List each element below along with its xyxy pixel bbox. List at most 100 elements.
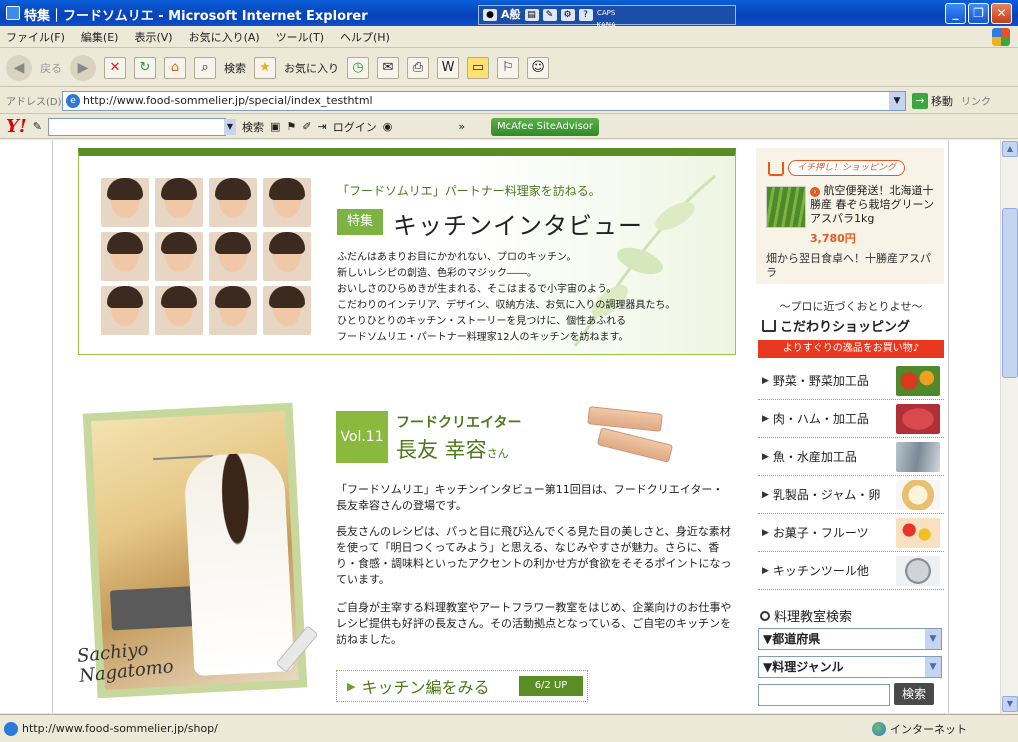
login-icon[interactable]: ⇥ (317, 120, 326, 133)
article-intro: 「フードソムリエ」キッチンインタビュー第11回目は、フードクリエイター・長友幸容… (336, 483, 724, 512)
address-url[interactable]: http://www.food-sommelier.jp/special/ind… (83, 94, 373, 107)
ime-dictionary-icon[interactable]: ▤ (524, 9, 539, 21)
prefecture-select[interactable]: ▼都道府県 ▼ (758, 628, 942, 650)
ime-mode-icon[interactable]: ● (483, 9, 497, 21)
history-icon[interactable]: ◷ (347, 56, 369, 79)
scroll-down-icon[interactable]: ▼ (1002, 696, 1018, 712)
ime-help-icon[interactable]: ? (578, 9, 593, 21)
asparagus-image[interactable] (766, 186, 806, 228)
chevron-down-icon[interactable]: ▼ (925, 657, 941, 677)
scrollbar-thumb[interactable] (1002, 208, 1018, 378)
favorites-button-label[interactable]: お気に入り (284, 60, 339, 76)
refresh-icon[interactable]: ↻ (134, 56, 156, 79)
vegetables-thumbnail[interactable] (896, 366, 940, 396)
class-search-button[interactable]: 検索 (894, 683, 934, 705)
folder-icon[interactable]: ▣ (270, 120, 280, 133)
menu-tools[interactable]: ツール(T) (276, 29, 324, 45)
chef-photo (155, 286, 203, 335)
scroll-up-icon[interactable]: ▲ (1002, 141, 1018, 157)
menu-favorites[interactable]: お気に入り(A) (189, 29, 260, 45)
chef-photo (263, 178, 311, 227)
note-icon[interactable]: ▭ (467, 56, 489, 79)
menu-bar: ファイル(F) 編集(E) 表示(V) お気に入り(A) ツール(T) ヘルプ(… (0, 26, 1018, 48)
shopping-category-vegetables[interactable]: ▶ 野菜・野菜加工品 (758, 362, 944, 400)
messenger-icon[interactable]: ☺ (527, 56, 549, 79)
ad-description[interactable]: 畑から翌日食卓へ！十勝産アスパラ (766, 252, 940, 280)
shopping-category-dairy[interactable]: ▶ 乳製品・ジャム・卵 (758, 476, 944, 514)
highlight-icon[interactable]: ✐ (302, 120, 311, 133)
feature-banner[interactable]: 「フードソムリエ」パートナー料理家を訪ねる。 特集 キッチンインタビュー ふだん… (78, 148, 736, 355)
menu-view[interactable]: 表示(V) (134, 29, 172, 45)
dairy-thumbnail[interactable] (896, 480, 940, 510)
yahoo-search-input[interactable] (47, 117, 226, 136)
article-paragraph: 長友さんのレシピは、パっと目に飛び込んでくる見た目の美しさと、身近な素材を使って… (336, 525, 732, 586)
genre-select[interactable]: ▼料理ジャンル ▼ (758, 656, 942, 678)
back-button-label[interactable]: 戻る (40, 60, 62, 76)
status-bar: http://www.food-sommelier.jp/shop/ インターネ… (0, 714, 1018, 742)
windows-logo-icon (992, 28, 1010, 46)
tools-thumbnail[interactable] (896, 556, 940, 586)
meat-thumbnail[interactable] (896, 404, 940, 434)
arrow-right-icon: ▶ (762, 489, 769, 500)
forward-arrow-icon[interactable]: ▶ (70, 54, 96, 81)
clothespin-decoration (587, 406, 663, 432)
minimize-button[interactable]: _ (945, 3, 966, 24)
favorites-star-icon[interactable]: ★ (254, 56, 276, 79)
shopping-banner[interactable]: よりすぐりの逸品をお買い物♪ (758, 340, 944, 358)
go-button[interactable]: → 移動 (912, 92, 953, 109)
login-link[interactable]: ログイン (333, 119, 377, 135)
chef-photo (209, 232, 257, 281)
vertical-scrollbar[interactable]: ▲ ▼ (1000, 140, 1018, 713)
options-icon[interactable]: ◉ (383, 120, 393, 133)
ad-product-title[interactable]: › 航空便発送！北海道十勝産 春ぞら栽培グリーンアスパラ1kg (810, 184, 940, 226)
chevron-down-icon[interactable]: ▼ (925, 629, 941, 649)
menu-file[interactable]: ファイル(F) (6, 29, 65, 45)
ime-status: CAPS KANA (596, 9, 616, 29)
back-arrow-icon[interactable]: ◀ (6, 54, 32, 81)
search-button-label[interactable]: 検索 (224, 60, 246, 76)
ime-toolbar[interactable]: ● A般 ▤ ✎ ⚙ ? CAPS KANA (478, 5, 736, 29)
shopping-category-seafood[interactable]: ▶ 魚・水産加工品 (758, 438, 944, 476)
read-more-label[interactable]: キッチン編をみる (361, 674, 489, 698)
seafood-thumbnail[interactable] (896, 442, 940, 472)
menu-help[interactable]: ヘルプ(H) (340, 29, 390, 45)
mail-icon[interactable]: ✉ (377, 56, 399, 79)
volume-badge: Vol.11 (336, 411, 388, 463)
shopping-category-sweets[interactable]: ▶ お菓子・フルーツ (758, 514, 944, 552)
update-date-badge: 6/2 UP (519, 676, 583, 696)
stop-icon[interactable]: ✕ (104, 56, 126, 79)
chevron-down-icon[interactable]: ▼ (889, 91, 905, 110)
home-icon[interactable]: ⌂ (164, 56, 186, 79)
ime-pad-icon[interactable]: ✎ (542, 9, 557, 21)
search-icon[interactable]: ⌕ (194, 56, 216, 79)
shopping-category-meat[interactable]: ▶ 肉・ハム・加工品 (758, 400, 944, 438)
edit-icon[interactable]: W (437, 56, 459, 79)
close-button[interactable]: ✕ (991, 3, 1012, 24)
chef-photo (101, 286, 149, 335)
class-search-input[interactable] (758, 684, 890, 706)
shopping-category-tools[interactable]: ▶ キッチンツール他 (758, 552, 944, 590)
ime-tool-icon[interactable]: ⚙ (560, 9, 575, 21)
featured-product-ad[interactable]: イチ押し！ショッピング › 航空便発送！北海道十勝産 春ぞら栽培グリーンアスパラ… (756, 148, 944, 284)
arrow-right-icon: ▶ (762, 375, 769, 386)
yahoo-search-button[interactable]: 検索 (242, 119, 264, 135)
ime-input-mode[interactable]: A般 (501, 9, 521, 21)
fruit-thumbnail[interactable] (896, 518, 940, 548)
address-input[interactable]: e http://www.food-sommelier.jp/special/i… (62, 90, 906, 111)
zone-label: インターネット (890, 723, 967, 736)
clothespin-decoration (596, 427, 674, 463)
print-icon[interactable]: ⎙ (407, 56, 429, 79)
yahoo-logo[interactable]: Y! (6, 116, 27, 137)
menu-edit[interactable]: 編集(E) (81, 29, 119, 45)
links-label[interactable]: リンク (961, 93, 991, 108)
bookmark-icon[interactable]: ⚑ (286, 120, 296, 133)
security-zone[interactable]: インターネット (872, 721, 967, 737)
more-chevron-icon[interactable]: » (458, 120, 465, 133)
chevron-down-icon[interactable]: ▼ (223, 118, 236, 135)
window-titlebar[interactable]: 特集｜フードソムリエ - Microsoft Internet Explorer… (0, 0, 1018, 29)
read-more-link[interactable]: ▶ キッチン編をみる 6/2 UP (336, 670, 588, 702)
mcafee-button[interactable]: McAfee SiteAdvisor (491, 117, 600, 136)
maximize-button[interactable]: ❐ (968, 3, 989, 24)
research-icon[interactable]: ⚐ (497, 56, 519, 79)
pencil-icon[interactable]: ✎ (33, 120, 42, 133)
